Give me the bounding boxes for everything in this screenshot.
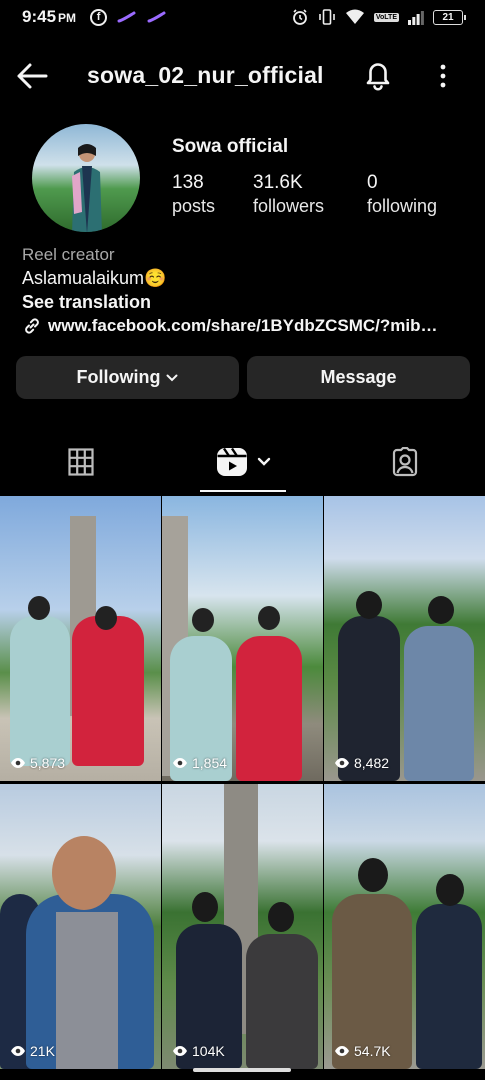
tab-tagged[interactable] bbox=[324, 436, 485, 488]
alarm-icon bbox=[292, 9, 307, 25]
bell-icon[interactable] bbox=[362, 58, 394, 92]
reel-thumbnail[interactable]: 54.7K bbox=[324, 784, 485, 1069]
view-count-value: 8,482 bbox=[354, 755, 390, 771]
status-time: 9:45 PM bbox=[22, 7, 77, 26]
tab-reels[interactable] bbox=[162, 436, 324, 488]
eye-icon bbox=[335, 1046, 349, 1056]
display-name: Sowa official bbox=[172, 136, 289, 157]
back-arrow-icon[interactable] bbox=[14, 60, 50, 92]
profile-category: Reel creator bbox=[22, 245, 115, 264]
stat-followers-label: followers bbox=[253, 196, 325, 216]
stat-posts-label: posts bbox=[172, 196, 216, 216]
chevron-down-icon bbox=[257, 457, 271, 466]
stat-following-value: 0 bbox=[367, 172, 378, 193]
eye-icon bbox=[173, 758, 187, 768]
message-button[interactable]: Message bbox=[247, 356, 470, 399]
avatar-person bbox=[72, 144, 102, 232]
view-count-value: 21K bbox=[30, 1043, 55, 1059]
tagged-person-icon bbox=[392, 447, 417, 477]
stat-following[interactable]: 0 following bbox=[367, 172, 437, 217]
eye-icon bbox=[335, 758, 349, 768]
profile-link-text: www.facebook.com/share/1BYdbZCSMC/?mib… bbox=[48, 316, 438, 335]
stat-following-label: following bbox=[367, 196, 438, 216]
view-count: 1,854 bbox=[172, 755, 227, 771]
eye-icon bbox=[11, 758, 25, 768]
home-indicator[interactable] bbox=[193, 1068, 291, 1072]
reel-thumbnail[interactable]: 5,873 bbox=[0, 496, 161, 781]
stat-posts[interactable]: 138 posts bbox=[172, 172, 215, 217]
message-button-label: Message bbox=[320, 367, 397, 387]
view-count: 54.7K bbox=[334, 1043, 391, 1059]
status-bar: 9:45 PM f VoLTE 21 bbox=[0, 0, 485, 34]
grid-icon bbox=[68, 448, 94, 476]
avatar[interactable] bbox=[32, 124, 140, 232]
notification-icons: f bbox=[90, 8, 167, 26]
vibrate-icon bbox=[319, 9, 335, 25]
view-count-value: 54.7K bbox=[354, 1043, 391, 1059]
notification-icon bbox=[117, 11, 136, 23]
view-count: 104K bbox=[172, 1043, 225, 1059]
stat-posts-value: 138 bbox=[172, 172, 204, 193]
battery-icon: 21 bbox=[433, 9, 466, 25]
chevron-down-icon bbox=[166, 374, 178, 381]
profile-link[interactable]: www.facebook.com/share/1BYdbZCSMC/?mib… bbox=[22, 316, 438, 336]
stat-followers[interactable]: 31.6K followers bbox=[253, 172, 324, 217]
wifi-icon bbox=[345, 9, 364, 24]
reel-thumbnail[interactable]: 1,854 bbox=[162, 496, 323, 781]
reels-icon bbox=[217, 447, 247, 476]
view-count-value: 1,854 bbox=[192, 755, 228, 771]
view-count-value: 5,873 bbox=[30, 755, 66, 771]
following-button-label: Following bbox=[76, 367, 161, 387]
signal-icon bbox=[408, 10, 424, 25]
eye-icon bbox=[11, 1046, 25, 1056]
view-count: 21K bbox=[10, 1043, 55, 1059]
more-vertical-icon[interactable] bbox=[433, 62, 453, 90]
eye-icon bbox=[173, 1046, 187, 1056]
stat-followers-value: 31.6K bbox=[253, 172, 303, 193]
reel-thumbnail[interactable]: 8,482 bbox=[324, 496, 485, 781]
tab-grid[interactable] bbox=[0, 436, 162, 488]
profile-bio: Aslamualaikum☺️ bbox=[22, 268, 167, 288]
reel-thumbnail[interactable]: 104K bbox=[162, 784, 323, 1069]
profile-username: sowa_02_nur_official bbox=[87, 62, 324, 88]
profile-header: sowa_02_nur_official bbox=[0, 50, 485, 102]
volte-badge: VoLTE bbox=[373, 12, 399, 22]
view-count: 5,873 bbox=[10, 755, 65, 771]
following-button[interactable]: Following bbox=[16, 356, 239, 399]
active-tab-indicator bbox=[200, 490, 286, 492]
profile-tabs bbox=[0, 436, 485, 492]
see-translation-link[interactable]: See translation bbox=[22, 292, 151, 313]
view-count-value: 104K bbox=[192, 1043, 225, 1059]
notification-icon-2 bbox=[147, 11, 166, 23]
link-icon bbox=[25, 318, 39, 334]
reel-thumbnail[interactable]: 21K bbox=[0, 784, 161, 1069]
reels-grid: 5,873 1,854 8,482 21K 104K 54.7K bbox=[0, 496, 485, 1069]
facebook-icon: f bbox=[90, 8, 108, 26]
view-count: 8,482 bbox=[334, 755, 389, 771]
